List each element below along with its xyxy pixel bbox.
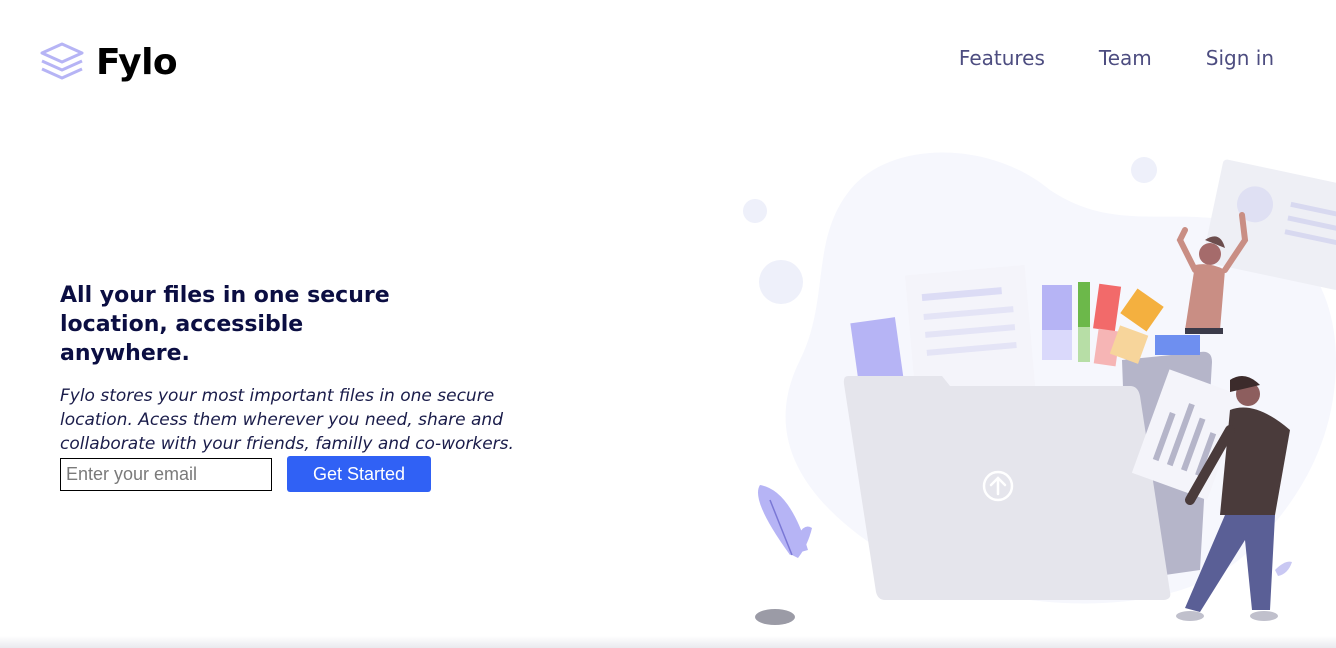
email-input[interactable] [60,457,272,491]
nav-link-features[interactable]: Features [959,44,1045,72]
nav-link-team[interactable]: Team [1099,44,1152,72]
hero-illustration [743,152,1336,625]
folder-front [843,376,1171,600]
rock [755,609,795,625]
leaf-decor [1275,561,1292,576]
decor-circle [759,260,803,304]
decor-circle [743,199,767,223]
signup-form: Get Started [60,456,431,492]
logo[interactable]: Fylo [38,40,178,84]
nav-link-sign-in[interactable]: Sign in [1206,44,1274,72]
hero-section: All your files in one secure location, a… [60,281,580,456]
hero-headline: All your files in one secure location, a… [60,283,390,366]
get-started-button[interactable]: Get Started [287,456,431,492]
brand-name: Fylo [96,41,178,83]
plant-icon [758,485,812,558]
site-header: Fylo Features Team Sign in [0,0,1336,120]
page-bottom-edge [0,636,1336,648]
decor-circle [1131,157,1157,183]
main-nav: Features Team Sign in [905,44,1274,72]
hero-subtext: Fylo stores your most important files in… [60,386,514,454]
stacked-layers-icon [40,42,84,80]
